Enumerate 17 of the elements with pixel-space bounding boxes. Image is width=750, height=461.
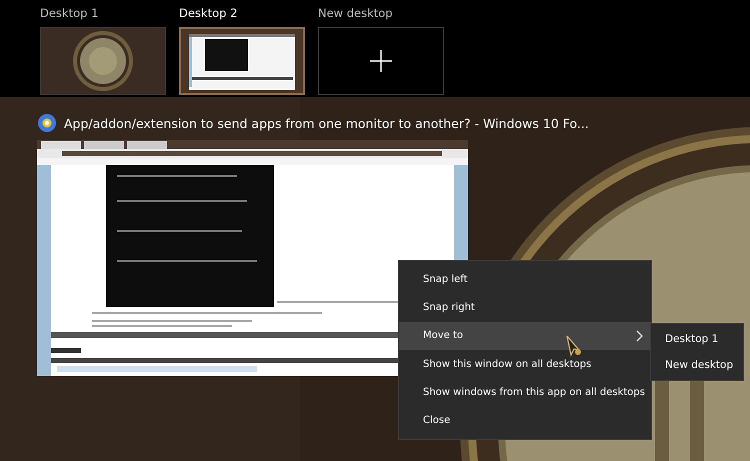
chevron-right-icon <box>636 330 643 342</box>
browser-icon <box>38 114 56 132</box>
mouse-pointer-icon <box>566 335 582 357</box>
desktop-label: Desktop 1 <box>40 6 100 21</box>
menu-item[interactable]: Snap left <box>399 265 651 294</box>
desktop-label: New desktop <box>318 6 394 21</box>
menu-item[interactable]: Desktop 1 <box>651 326 743 352</box>
window-title: App/addon/extension to send apps from one monitor to another? - Windows 10 Fo... <box>64 116 589 130</box>
menu-item[interactable]: Move to <box>399 322 651 350</box>
menu-item[interactable]: Close <box>399 406 651 435</box>
menu-item[interactable]: Show this window on all desktops <box>399 350 651 378</box>
desktop-label: Desktop 2 <box>179 6 238 21</box>
menu-item[interactable]: Snap right <box>399 293 651 322</box>
plus-icon <box>370 50 392 72</box>
desktop-thumbnail[interactable] <box>318 27 444 95</box>
menu-item[interactable]: Show windows from this app on all desktops <box>399 378 651 406</box>
menu-item[interactable]: New desktop <box>651 352 743 378</box>
